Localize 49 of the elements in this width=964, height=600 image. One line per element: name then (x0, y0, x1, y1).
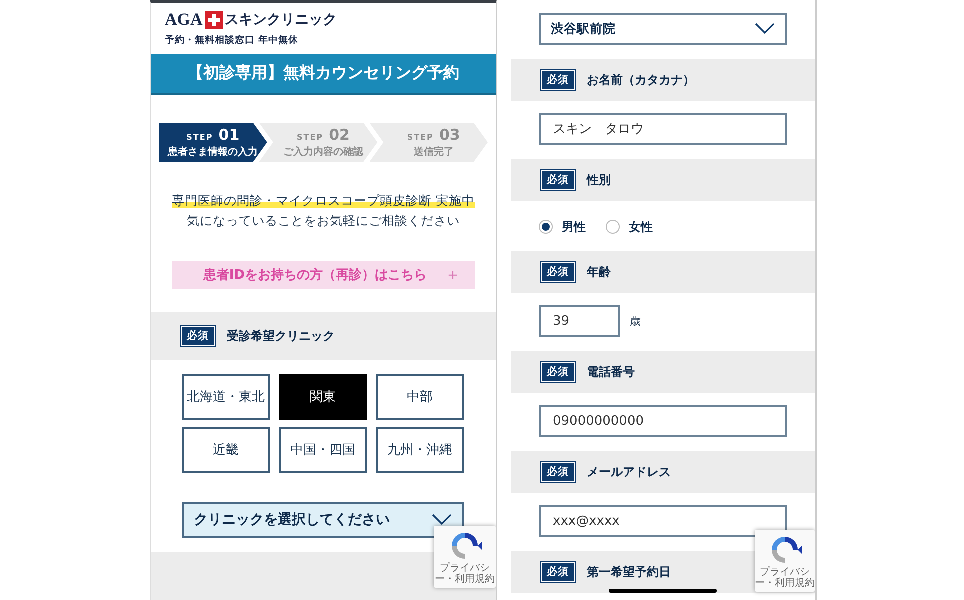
text-input[interactable]: 09000000000 (539, 405, 787, 437)
logo-text: AGA (165, 10, 203, 30)
field-label: 受診希望クリニック (227, 328, 335, 345)
region-button[interactable]: 関東 (279, 374, 367, 420)
region-button[interactable]: 近畿 (182, 427, 270, 474)
required-badge: 必須 (181, 326, 215, 346)
step-number: STEP 03 (407, 126, 460, 143)
field-label: メールアドレス (587, 464, 671, 480)
unit-label: 歳 (630, 314, 641, 328)
required-badge: 必須 (541, 462, 575, 482)
region-button[interactable]: 中部 (376, 374, 464, 420)
chevron-down-icon (432, 514, 452, 526)
region-button[interactable]: 九州・沖縄 (376, 427, 464, 474)
field-label: 性別 (587, 172, 611, 188)
age-input[interactable]: 39 (539, 305, 620, 337)
step-caption: 送信完了 (414, 145, 454, 159)
region-button[interactable]: 中国・四国 (279, 427, 367, 474)
field-label: 第一希望予約日 (587, 564, 671, 580)
page-title-banner: 【初診専用】無料カウンセリング予約 (151, 54, 496, 96)
recaptcha-terms: プライバシー・利用規約 (755, 567, 815, 589)
clinic-dropdown[interactable]: クリニックを選択してください (182, 502, 464, 538)
required-badge: 必須 (541, 362, 575, 382)
step-number: STEP 01 (186, 126, 240, 143)
radio-label: 男性 (562, 218, 586, 236)
required-badge: 必須 (541, 70, 575, 90)
radio-button[interactable] (606, 220, 620, 234)
region-button[interactable]: 北海道・東北 (182, 374, 270, 420)
step-caption: ご入力内容の確認 (283, 145, 364, 159)
required-badge: 必須 (541, 562, 575, 582)
recaptcha-badge[interactable]: プライバシー・利用規約 (434, 526, 496, 588)
recaptcha-terms: プライバシー・利用規約 (435, 563, 495, 585)
tagline: 予約・無料相談窓口 年中無休 (165, 34, 300, 47)
logo-text: スキンクリニック (224, 11, 337, 29)
radio-label: 女性 (629, 218, 653, 236)
required-badge: 必須 (541, 170, 575, 190)
text-input[interactable]: xxx@xxxx (539, 505, 787, 537)
clinic-dropdown[interactable]: 渋谷駅前院 (539, 13, 787, 45)
required-badge: 必須 (541, 262, 575, 282)
cross-logo-icon (204, 11, 223, 29)
field-label: 年齢 (587, 264, 611, 280)
step-caption: 患者さま情報の入力 (168, 146, 258, 159)
recaptcha-badge[interactable]: プライバシー・利用規約 (755, 530, 815, 592)
step-number: STEP 02 (296, 126, 350, 143)
chevron-down-icon (755, 23, 775, 35)
text-input[interactable]: スキン タロウ (539, 113, 787, 145)
radio-button[interactable] (539, 220, 553, 234)
intro-text: 気になっていることをお気軽にご相談ください (186, 212, 461, 230)
field-label: 電話番号 (587, 364, 635, 380)
field-label: お名前（カタカナ） (587, 72, 695, 88)
